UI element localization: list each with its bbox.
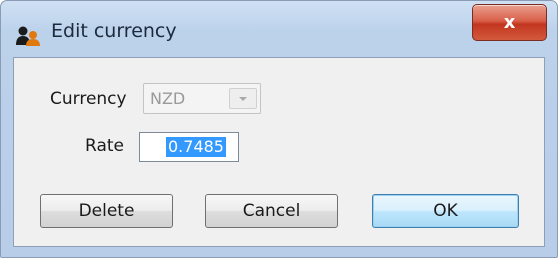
cancel-button[interactable]: Cancel	[205, 194, 338, 228]
rate-label: Rate	[85, 136, 124, 156]
title-bar[interactable]: Edit currency x	[1, 1, 557, 57]
rate-value: 0.7485	[166, 137, 226, 157]
delete-button[interactable]: Delete	[40, 194, 173, 228]
currency-select[interactable]: NZD	[143, 83, 261, 114]
currency-value: NZD	[150, 89, 186, 108]
currency-label: Currency	[50, 89, 127, 109]
ok-button[interactable]: OK	[372, 194, 519, 228]
rate-input[interactable]: 0.7485	[139, 132, 239, 162]
window-title: Edit currency	[51, 20, 177, 42]
close-icon: x	[503, 12, 516, 33]
dialog-body: Currency NZD Rate 0.7485 Delete Cancel O…	[13, 57, 545, 247]
close-button[interactable]: x	[472, 4, 547, 41]
chevron-down-icon[interactable]	[229, 88, 257, 109]
users-icon	[15, 25, 43, 47]
edit-currency-dialog: Edit currency x Currency NZD Rate 0.7485…	[0, 0, 558, 258]
